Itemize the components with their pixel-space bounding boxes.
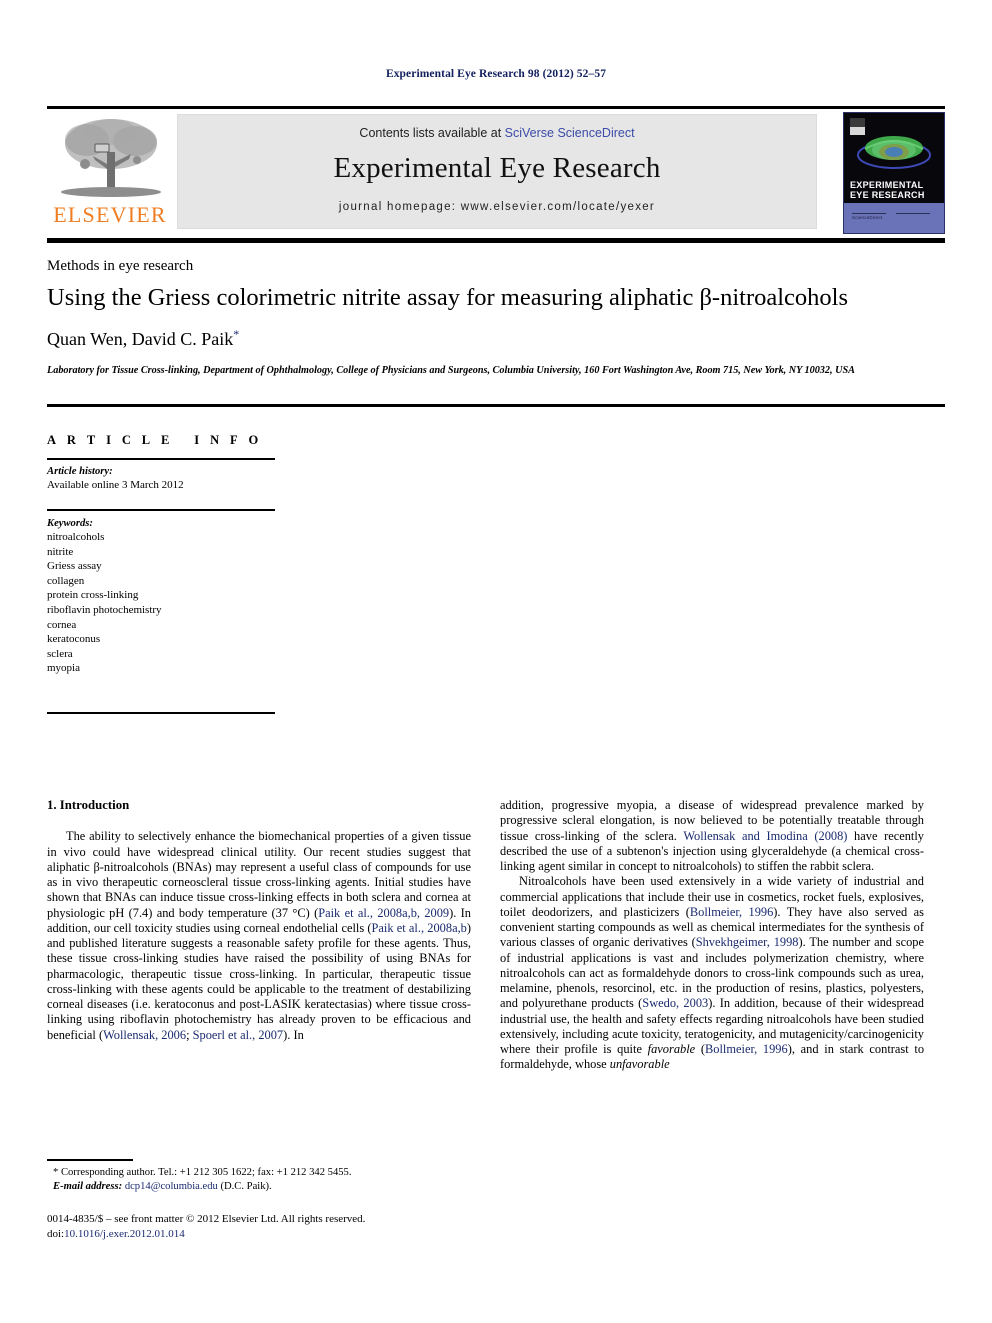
article-section-kicker: Methods in eye research (47, 258, 194, 274)
citation-link[interactable]: Swedo, 2003 (642, 996, 708, 1010)
email-link[interactable]: dcp14@columbia.edu (125, 1181, 218, 1192)
emphasis-favorable: favorable (647, 1042, 696, 1056)
paragraph-nitroalcohols: Nitroalcohols have been used extensively… (500, 874, 924, 1072)
article-info-rule-3 (47, 712, 275, 714)
email-owner: (D.C. Paik). (220, 1181, 272, 1192)
author-affiliation: Laboratory for Tissue Cross-linking, Dep… (47, 365, 855, 376)
citation-link[interactable]: Wollensak, 2006 (103, 1028, 186, 1042)
citation-link[interactable]: Wollensak and Imodina (2008) (683, 829, 847, 843)
corresponding-author-marker: * (233, 327, 240, 341)
sciencedirect-link[interactable]: SciVerse ScienceDirect (505, 126, 635, 140)
citation-link[interactable]: Paik et al., 2008a,b (372, 921, 467, 935)
keyword-item: keratoconus (47, 633, 101, 646)
text-run: ( (695, 1042, 706, 1056)
copyright-line: 0014-4835/$ – see front matter © 2012 El… (47, 1213, 366, 1225)
article-info-heading: A R T I C L E I N F O (47, 433, 263, 447)
journal-masthead: ELSEVIER Contents lists available at Sci… (47, 106, 945, 234)
keyword-item: sclera (47, 647, 73, 660)
journal-title: Experimental Eye Research (333, 152, 661, 184)
paragraph-intro-right-cont: addition, progressive myopia, a disease … (500, 798, 924, 874)
page-title: Using the Griess colorimetric nitrite as… (47, 284, 849, 311)
citation-link[interactable]: Bollmeier, 1996 (705, 1042, 788, 1056)
doi-link[interactable]: 10.1016/j.exer.2012.01.014 (64, 1228, 185, 1240)
cover-title-line2: EYE RESEARCH (850, 190, 925, 200)
text-run: ). In (283, 1027, 304, 1042)
citation-link[interactable]: Bollmeier, 1996 (690, 905, 773, 919)
keyword-item: nitroalcohols (47, 531, 105, 543)
keyword-item: collagen (47, 574, 85, 587)
cover-title: EXPERIMENTAL EYE RESEARCH (850, 180, 938, 200)
email-label: E-mail address: (53, 1181, 123, 1192)
elsevier-wordmark: ELSEVIER (53, 202, 167, 227)
footnote-rule (47, 1159, 133, 1161)
section-heading-introduction: 1. Introduction (47, 798, 130, 812)
elsevier-tree-icon (55, 114, 167, 202)
emphasis-unfavorable: unfavorable (609, 1057, 670, 1072)
copyright-block: 0014-4835/$ – see front matter © 2012 El… (47, 1212, 477, 1241)
elsevier-logo: ELSEVIER (47, 112, 173, 232)
author-names: Quan Wen, David C. Paik (47, 329, 234, 349)
keyword-item: riboflavin photochemistry (47, 603, 162, 616)
article-info-rule-2 (47, 509, 275, 511)
body-column-left: 1. Introduction The ability to selective… (47, 798, 471, 1043)
keywords-label: Keywords: (47, 518, 93, 529)
cover-band-text: ScienceDirect (852, 215, 883, 220)
body-column-right: addition, progressive myopia, a disease … (500, 798, 924, 1073)
cover-bottom-band: ScienceDirect (844, 203, 944, 233)
journal-homepage-link[interactable]: journal homepage: www.elsevier.com/locat… (178, 201, 816, 213)
paragraph-intro-left: The ability to selectively enhance the b… (47, 829, 471, 1043)
contents-prefix: Contents lists available at (359, 126, 505, 140)
keyword-item: nitrite (47, 545, 74, 558)
corresponding-author-footnote: * Corresponding author. Tel.: +1 212 305… (47, 1166, 467, 1194)
keyword-item: Griess assay (47, 560, 102, 573)
keyword-item: protein cross-linking (47, 589, 139, 602)
article-history-value: Available online 3 March 2012 (47, 479, 184, 491)
journal-cover-thumbnail: EXPERIMENTAL EYE RESEARCH ScienceDirect (843, 112, 945, 234)
masthead-top-rule (47, 106, 945, 109)
corresponding-author-line: * Corresponding author. Tel.: +1 212 305… (53, 1167, 352, 1178)
citation-link[interactable]: Paik et al., 2008a,b, 2009 (318, 906, 449, 920)
cover-eye-graphic (855, 129, 933, 171)
article-history-label: Article history: (47, 466, 113, 477)
journal-banner: Contents lists available at SciVerse Sci… (177, 114, 817, 229)
text-run: ) and published literature suggests a re… (47, 920, 472, 1042)
running-head: Experimental Eye Research 98 (2012) 52–5… (385, 68, 607, 80)
article-info-rule-1 (47, 458, 275, 460)
contents-available-line: Contents lists available at SciVerse Sci… (178, 126, 816, 140)
citation-link[interactable]: Shvekhgeimer, 1998 (696, 935, 799, 949)
cover-title-line1: EXPERIMENTAL (850, 180, 924, 190)
doi-label: doi: (47, 1227, 65, 1240)
article-page: Experimental Eye Research 98 (2012) 52–5… (0, 0, 992, 1323)
masthead-bottom-rule (47, 238, 945, 243)
title-block-bottom-rule (47, 404, 945, 407)
keyword-item: myopia (47, 662, 80, 675)
author-list: Quan Wen, David C. Paik* (47, 327, 947, 350)
keyword-item: cornea (47, 618, 77, 631)
email-line: E-mail address: dcp14@columbia.edu (D.C.… (47, 1180, 467, 1194)
keywords-list: nitroalcohols nitrite Griess assay collagen… (47, 530, 277, 676)
citation-link[interactable]: Spoerl et al., 2007 (193, 1028, 284, 1042)
